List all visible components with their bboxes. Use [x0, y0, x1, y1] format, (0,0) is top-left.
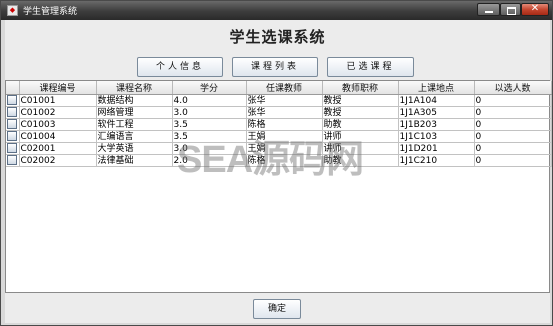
table-row[interactable]: C01002 网络管理 3.0 张华 教授 1J1A305 0	[6, 106, 552, 119]
row-select-cell	[6, 130, 20, 143]
course-name-cell: 数据结构	[96, 94, 173, 107]
credit-cell: 3.5	[172, 118, 247, 131]
row-select-cell	[6, 118, 20, 131]
credit-cell: 2.0	[172, 154, 247, 167]
row-select-cell	[6, 154, 20, 167]
column-header-course-name[interactable]: 课程名称	[96, 81, 173, 95]
column-header-enrolled[interactable]: 以选人数	[474, 81, 552, 95]
course-table: 课程编号 课程名称 学分 任课教师 教师职称 上课地点 以选人数 C01001 …	[6, 81, 552, 167]
column-header-teacher[interactable]: 任课教师	[246, 81, 323, 95]
enrolled-cell: 0	[474, 130, 552, 143]
row-checkbox[interactable]	[7, 143, 18, 154]
minimize-button[interactable]	[477, 3, 500, 16]
row-select-cell	[6, 94, 20, 107]
confirm-button[interactable]: 确定	[253, 299, 301, 319]
row-checkbox[interactable]	[7, 155, 18, 166]
table-row[interactable]: C02002 法律基础 2.0 陈格 助教 1J1C210 0	[6, 154, 552, 167]
credit-cell: 4.0	[172, 94, 247, 107]
table-row[interactable]: C01003 软件工程 3.5 陈格 助教 1J1B203 0	[6, 118, 552, 131]
course-id-cell: C01003	[19, 118, 97, 131]
teacher-cell: 陈格	[246, 118, 323, 131]
row-select-cell	[6, 142, 20, 155]
column-header-teacher-title[interactable]: 教师职称	[322, 81, 399, 95]
close-icon: ✕	[530, 3, 540, 14]
enrolled-cell: 0	[474, 118, 552, 131]
teacher-title-cell: 讲师	[322, 130, 399, 143]
enrolled-cell: 0	[474, 154, 552, 167]
teacher-title-cell: 教授	[322, 106, 399, 119]
course-name-cell: 软件工程	[96, 118, 173, 131]
teacher-title-cell: 教授	[322, 94, 399, 107]
course-id-cell: C01004	[19, 130, 97, 143]
close-button[interactable]: ✕	[521, 3, 549, 16]
location-cell: 1J1C103	[398, 130, 475, 143]
credit-cell: 3.0	[172, 142, 247, 155]
row-checkbox[interactable]	[7, 95, 18, 106]
row-checkbox[interactable]	[7, 131, 18, 142]
course-list-button[interactable]: 课程列表	[232, 57, 318, 77]
page-title: 学生选课系统	[229, 28, 326, 46]
maximize-icon	[507, 7, 516, 15]
course-name-cell: 大学英语	[96, 142, 173, 155]
selected-courses-button[interactable]: 已选课程	[327, 57, 414, 77]
column-header-course-id[interactable]: 课程编号	[19, 81, 97, 95]
personal-info-button[interactable]: 个人信息	[137, 57, 223, 77]
course-table-container[interactable]: 课程编号 课程名称 学分 任课教师 教师职称 上课地点 以选人数 C01001 …	[5, 80, 552, 293]
table-header-row: 课程编号 课程名称 学分 任课教师 教师职称 上课地点 以选人数	[6, 81, 552, 95]
course-name-cell: 网络管理	[96, 106, 173, 119]
teacher-title-cell: 助教	[322, 118, 399, 131]
window-title: 学生管理系统	[23, 7, 78, 17]
course-name-cell: 法律基础	[96, 154, 173, 167]
credit-cell: 3.5	[172, 130, 247, 143]
table-row[interactable]: C01004 汇编语言 3.5 王娟 讲师 1J1C103 0	[6, 130, 552, 143]
title-bar[interactable]: ◆ 学生管理系统 ✕	[1, 1, 552, 20]
course-id-cell: C01002	[19, 106, 97, 119]
teacher-title-cell: 助教	[322, 154, 399, 167]
row-checkbox[interactable]	[7, 119, 18, 130]
maximize-button[interactable]	[500, 3, 521, 16]
column-header-location[interactable]: 上课地点	[398, 81, 475, 95]
location-cell: 1J1C210	[398, 154, 475, 167]
course-name-cell: 汇编语言	[96, 130, 173, 143]
row-select-cell	[6, 106, 20, 119]
location-cell: 1J1A104	[398, 94, 475, 107]
course-id-cell: C02002	[19, 154, 97, 167]
app-window: ◆ 学生管理系统 ✕ 学生选课系统 个人信息 课程列表 已选课程 课程编号 课程…	[0, 0, 553, 326]
minimize-icon	[485, 11, 493, 13]
teacher-cell: 王娟	[246, 142, 323, 155]
table-row[interactable]: C02001 大学英语 3.0 王娟 讲师 1J1D201 0	[6, 142, 552, 155]
row-checkbox[interactable]	[7, 107, 18, 118]
location-cell: 1J1A305	[398, 106, 475, 119]
teacher-cell: 张华	[246, 106, 323, 119]
course-id-cell: C01001	[19, 94, 97, 107]
enrolled-cell: 0	[474, 106, 552, 119]
credit-cell: 3.0	[172, 106, 247, 119]
location-cell: 1J1B203	[398, 118, 475, 131]
teacher-title-cell: 讲师	[322, 142, 399, 155]
location-cell: 1J1D201	[398, 142, 475, 155]
java-app-icon: ◆	[7, 5, 18, 16]
teacher-cell: 陈格	[246, 154, 323, 167]
course-id-cell: C02001	[19, 142, 97, 155]
main-panel: 学生选课系统 个人信息 课程列表 已选课程 课程编号 课程名称 学分 任课教师 …	[5, 20, 552, 323]
table-row[interactable]: C01001 数据结构 4.0 张华 教授 1J1A104 0	[6, 94, 552, 107]
column-header-credit[interactable]: 学分	[172, 81, 247, 95]
teacher-cell: 王娟	[246, 130, 323, 143]
enrolled-cell: 0	[474, 142, 552, 155]
teacher-cell: 张华	[246, 94, 323, 107]
column-header-select[interactable]	[6, 81, 20, 95]
enrolled-cell: 0	[474, 94, 552, 107]
